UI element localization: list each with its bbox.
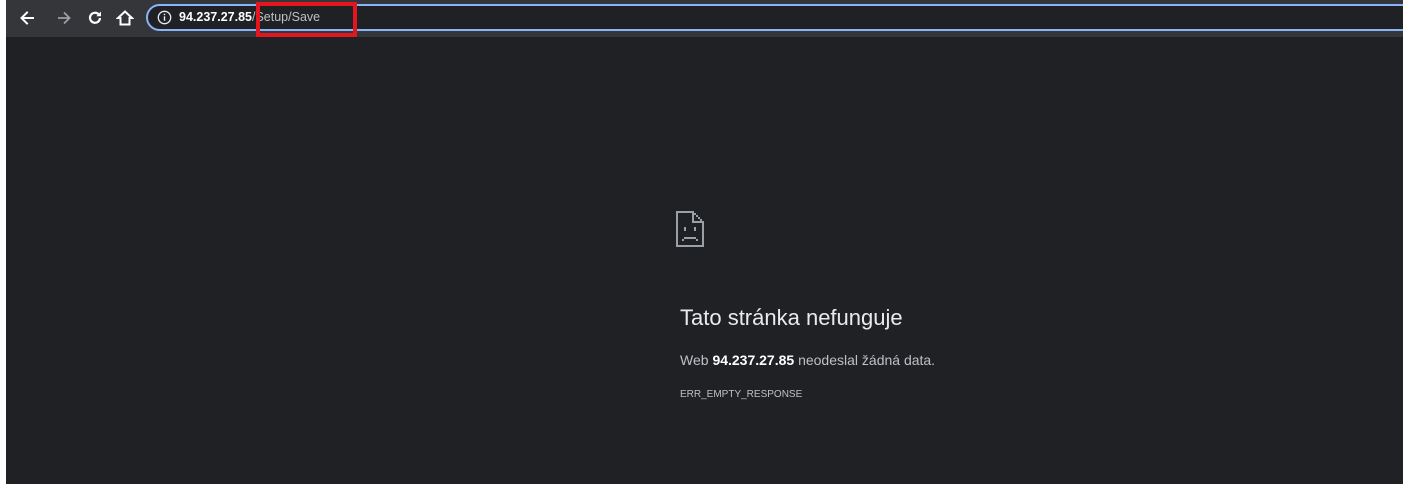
arrow-left-icon — [20, 11, 34, 25]
browser-toolbar: 94.237.27.85/Setup/Save — [6, 0, 1403, 37]
reload-icon — [88, 11, 102, 24]
info-icon[interactable] — [157, 10, 172, 25]
error-code: ERR_EMPTY_RESPONSE — [680, 389, 803, 400]
reload-button[interactable] — [83, 6, 107, 30]
annotation-highlight-box — [256, 2, 357, 37]
back-button[interactable] — [15, 6, 39, 30]
sad-page-icon — [676, 211, 704, 247]
error-description-suffix: neodeslal žádná data. — [794, 352, 936, 368]
home-icon — [116, 10, 134, 26]
arrow-right-icon — [58, 11, 71, 25]
url-host: 94.237.27.85 — [179, 10, 252, 24]
home-button[interactable] — [113, 6, 137, 30]
error-description-host: 94.237.27.85 — [712, 352, 795, 368]
error-description-prefix: Web — [680, 352, 713, 368]
error-title: Tato stránka nefunguje — [680, 305, 903, 330]
browser-window: 94.237.27.85/Setup/Save Tato stránka nef… — [6, 0, 1403, 484]
forward-button[interactable] — [52, 6, 76, 30]
error-description: Web 94.237.27.85 neodeslal žádná data. — [680, 352, 935, 368]
